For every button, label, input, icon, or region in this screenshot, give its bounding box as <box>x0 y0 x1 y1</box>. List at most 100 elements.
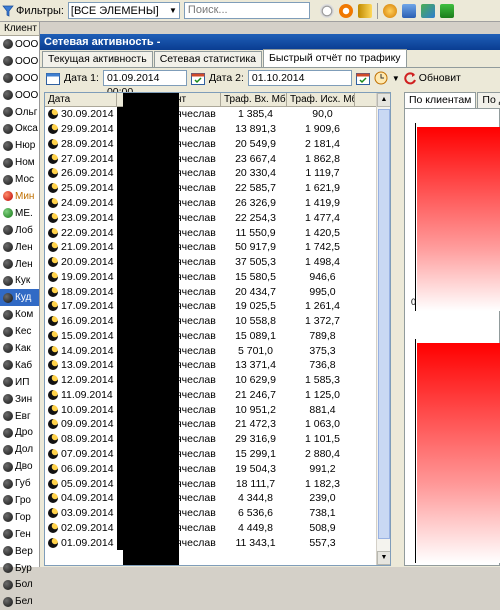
refresh-button[interactable]: Обновит <box>404 71 461 85</box>
column-date[interactable]: Дата <box>45 93 117 106</box>
column-traffic-out[interactable]: Траф. Исх. Мб. <box>287 93 355 106</box>
table-row[interactable]: 13.09.2014 ячеслав 13 371,4 736,8 <box>45 358 390 373</box>
table-row[interactable]: 25.09.2014 ячеслав 22 585,7 1 621,9 <box>45 180 390 196</box>
client-list-item[interactable]: МЕ. <box>0 205 39 222</box>
client-list-item[interactable]: Ген <box>0 526 39 543</box>
table-row[interactable]: 12.09.2014 ячеслав 10 629,9 1 585,3 <box>45 372 390 388</box>
table-row[interactable]: 14.09.2014 ячеслав 5 701,0 375,3 <box>45 343 390 359</box>
book-icon[interactable] <box>357 3 372 18</box>
table-row[interactable]: 10.09.2014 ячеслав 10 951,2 881,4 <box>45 402 390 418</box>
search-input[interactable]: Поиск... <box>183 2 310 19</box>
tab-by-date[interactable]: По д <box>477 92 500 108</box>
client-list-item[interactable]: Губ <box>0 475 39 492</box>
client-list-item[interactable]: Мос <box>0 171 39 188</box>
table-row[interactable]: 11.09.2014 ячеслав 21 246,7 1 125,0 <box>45 387 390 403</box>
client-list-item[interactable]: Гро <box>0 492 39 509</box>
table-row[interactable]: 18.09.2014 ячеслав 20 434,7 995,0 <box>45 284 390 299</box>
client-list-item[interactable]: Бур <box>0 560 39 577</box>
table-row[interactable]: 05.09.2014 ячеслав 18 111,7 1 182,3 <box>45 476 390 491</box>
clock-icon[interactable] <box>319 3 334 18</box>
client-list-item[interactable]: Лен <box>0 239 39 256</box>
client-list-item[interactable]: Лен <box>0 256 39 273</box>
scroll-down-icon[interactable]: ▼ <box>377 551 390 565</box>
table-scrollbar[interactable]: ▲ ▼ <box>376 93 390 565</box>
client-list-item[interactable]: Ком <box>0 306 39 323</box>
client-list-item[interactable]: Гор <box>0 509 39 526</box>
client-list-item[interactable]: Ольг <box>0 104 39 121</box>
date2-field[interactable]: 01.10.2014 <box>247 70 352 86</box>
client-list-item[interactable]: Нюр <box>0 137 39 154</box>
tab-by-clients[interactable]: По клиентам <box>404 92 477 108</box>
flag-icon[interactable] <box>439 3 454 18</box>
tab-traffic-report[interactable]: Быстрый отчёт по трафику <box>263 49 407 67</box>
table-row[interactable]: 19.09.2014 ячеслав 15 580,5 946,6 <box>45 269 390 285</box>
client-list-item[interactable]: Мин <box>0 188 39 205</box>
clock-icon[interactable] <box>374 71 388 85</box>
client-list-item[interactable]: Окса <box>0 120 39 137</box>
table-row[interactable]: 03.09.2014 ячеслав 6 536,6 738,1 <box>45 505 390 521</box>
client-list-item[interactable]: ООО <box>0 36 39 53</box>
table-row[interactable]: 27.09.2014 ячеслав 23 667,4 1 862,8 <box>45 151 390 167</box>
client-list-item[interactable]: Бол <box>0 577 39 594</box>
table-row[interactable]: 26.09.2014 ячеслав 20 330,4 1 119,7 <box>45 166 390 181</box>
tab-network-statistics[interactable]: Сетевая статистика <box>153 51 263 67</box>
money-icon[interactable] <box>382 3 397 18</box>
date1-field[interactable]: 01.09.2014 00:00 <box>102 70 187 98</box>
table-row[interactable]: 17.09.2014 ячеслав 19 025,5 1 261,4 <box>45 298 390 314</box>
filter-dropdown[interactable]: [ВСЕ ЭЛЕМЕНЫ] ▼ <box>67 2 180 19</box>
network-icon[interactable] <box>420 3 435 18</box>
table-row[interactable]: 28.09.2014 ячеслав 20 549,9 2 181,4 <box>45 136 390 152</box>
client-list-item[interactable]: Куд <box>0 289 39 307</box>
table-row[interactable]: 01.09.2014 ячеслав 11 343,1 557,3 <box>45 535 390 550</box>
client-list-item[interactable]: ООО <box>0 53 39 70</box>
client-list-item[interactable]: ИП <box>0 374 39 391</box>
column-traffic-in[interactable]: Траф. Вх. Мб. <box>221 93 287 106</box>
scroll-up-icon[interactable]: ▲ <box>377 93 390 107</box>
table-row[interactable]: 30.09.2014 ячеслав 1 385,4 90,0 <box>45 107 390 122</box>
column-client[interactable]: нт <box>173 93 221 106</box>
record-icon[interactable] <box>338 3 353 18</box>
client-list-item[interactable]: Кук <box>0 272 39 289</box>
client-list-item[interactable]: ООО <box>0 87 39 104</box>
client-list-item[interactable]: Лоб <box>0 222 39 239</box>
table-row[interactable]: 22.09.2014 ячеслав 11 550,9 1 420,5 <box>45 225 390 240</box>
window-title[interactable]: Сетевая активность - <box>40 34 500 50</box>
table-row[interactable]: 09.09.2014 ячеслав 21 472,3 1 063,0 <box>45 417 390 432</box>
table-row[interactable]: 07.09.2014 ячеслав 15 299,1 2 880,4 <box>45 446 390 462</box>
computer-icon[interactable] <box>401 3 416 18</box>
table-row[interactable]: 29.09.2014 ячеслав 13 891,3 1 909,6 <box>45 121 390 137</box>
table-row[interactable]: 20.09.2014 ячеслав 37 505,3 1 498,4 <box>45 254 390 270</box>
tab-current-activity[interactable]: Текущая активность <box>42 51 153 67</box>
client-list-item[interactable]: Бел <box>0 593 39 610</box>
client-list-item[interactable]: Дол <box>0 441 39 458</box>
table-row[interactable]: 23.09.2014 ячеслав 22 254,3 1 477,4 <box>45 210 390 226</box>
client-list-header[interactable]: Клиент <box>0 22 39 36</box>
scroll-thumb[interactable] <box>378 109 390 539</box>
table-row[interactable]: 24.09.2014 ячеслав 26 326,9 1 419,9 <box>45 195 390 211</box>
client-list-item[interactable]: Ном <box>0 154 39 171</box>
chevron-down-icon[interactable]: ▼ <box>392 74 400 83</box>
toolbar-separator <box>376 2 378 19</box>
client-list-item[interactable]: Дро <box>0 424 39 441</box>
table-row[interactable]: 21.09.2014 ячеслав 50 917,9 1 742,5 <box>45 239 390 255</box>
client-list-item[interactable]: Каб <box>0 357 39 374</box>
calendar-picker-icon[interactable] <box>190 72 205 85</box>
table-row[interactable]: 04.09.2014 ячеслав 4 344,8 239,0 <box>45 490 390 506</box>
client-list-item[interactable]: Дво <box>0 458 39 475</box>
client-list-item[interactable]: Вер <box>0 543 39 560</box>
client-list-item[interactable]: Кес <box>0 323 39 340</box>
client-list-item[interactable]: Евг <box>0 408 39 425</box>
client-list-item[interactable]: Как <box>0 340 39 357</box>
calendar-picker-icon[interactable] <box>355 72 370 85</box>
moon-icon <box>48 493 58 504</box>
window-tabs: Текущая активность Сетевая статистика Бы… <box>40 49 500 68</box>
traffic-out-cell: 1 477,4 <box>304 211 341 224</box>
table-row[interactable]: 06.09.2014 ячеслав 19 504,3 991,2 <box>45 461 390 477</box>
table-row[interactable]: 15.09.2014 ячеслав 15 089,1 789,8 <box>45 328 390 344</box>
table-row[interactable]: 02.09.2014 ячеслав 4 449,8 508,9 <box>45 520 390 536</box>
client-list-item[interactable]: Зин <box>0 391 39 408</box>
client-cell: ячеслав <box>176 241 216 254</box>
table-row[interactable]: 16.09.2014 ячеслав 10 558,8 1 372,7 <box>45 313 390 329</box>
client-list-item[interactable]: ООО <box>0 70 39 87</box>
table-row[interactable]: 08.09.2014 ячеслав 29 316,9 1 101,5 <box>45 431 390 447</box>
